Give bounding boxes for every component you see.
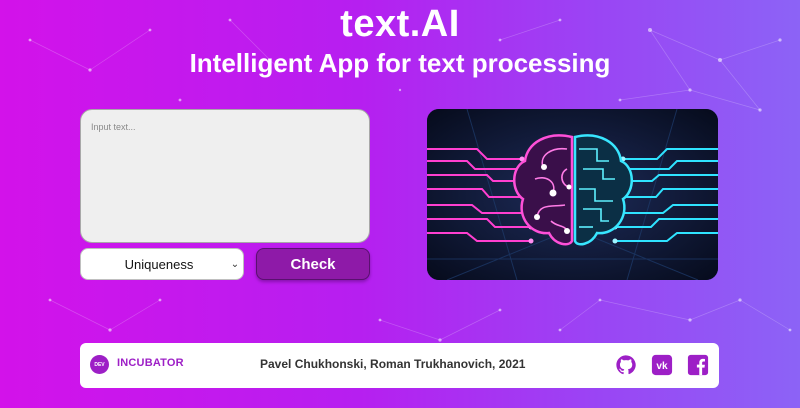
chevron-down-icon: ⌄	[230, 258, 240, 270]
facebook-icon[interactable]	[687, 354, 709, 376]
dev-incubator-logo[interactable]: DEV	[90, 355, 109, 374]
mode-select[interactable]: Uniqueness ⌄	[80, 248, 244, 280]
footer: DEV INCUBATOR Pavel Chukhonski, Roman Tr…	[80, 343, 719, 388]
github-icon[interactable]	[615, 354, 637, 376]
footer-credits: Pavel Chukhonski, Roman Trukhanovich, 20…	[260, 357, 526, 371]
check-button[interactable]: Check	[256, 248, 370, 280]
text-input[interactable]	[80, 109, 370, 243]
vk-icon[interactable]: vk	[651, 354, 673, 376]
app-title: text.AI	[340, 3, 460, 45]
svg-text:vk: vk	[656, 361, 668, 372]
incubator-brand[interactable]: INCUBATOR	[117, 357, 184, 369]
mode-select-value: Uniqueness	[124, 256, 194, 272]
app-subtitle: Intelligent App for text processing	[189, 48, 611, 78]
ai-brain-illustration	[427, 109, 718, 280]
